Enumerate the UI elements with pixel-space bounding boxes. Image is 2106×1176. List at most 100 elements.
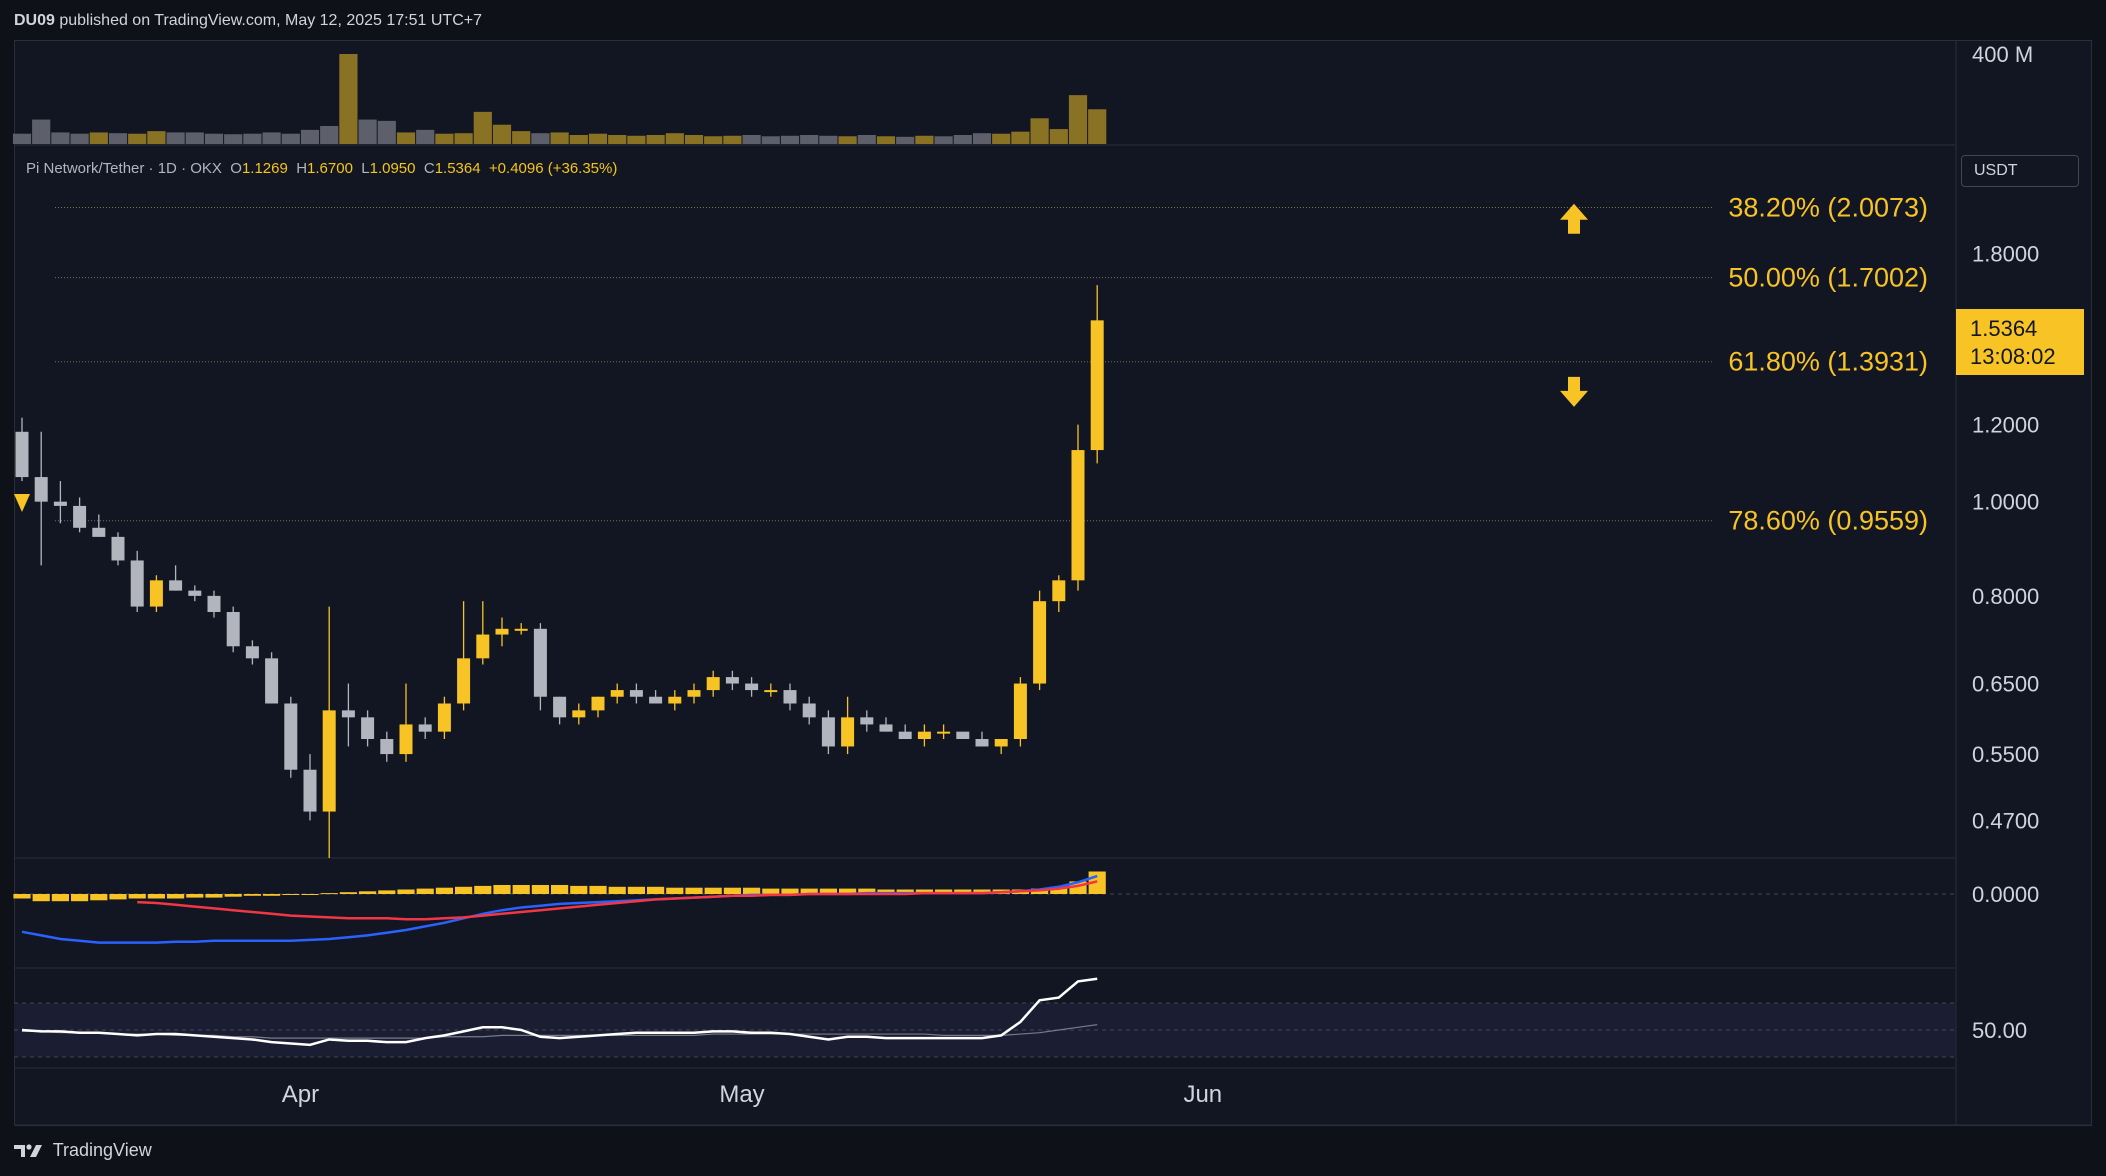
volume-tick-label: 400 M: [1972, 42, 2033, 67]
symbol-legend[interactable]: Pi Network/Tether · 1D · OKX O1.1269 H1.…: [26, 160, 617, 177]
macd-histogram-bar: [723, 887, 741, 894]
candle-body: [725, 677, 739, 684]
countdown-timer: 13:08:02: [1970, 344, 2056, 369]
price-tick-label: 1.2000: [1972, 413, 2039, 438]
macd-histogram-bar: [397, 889, 415, 894]
volume-bar: [665, 133, 684, 144]
macd-histogram-bar: [282, 894, 300, 895]
volume-bar: [953, 135, 972, 144]
macd-histogram-bar: [359, 891, 377, 894]
arrow-marker-icon: [14, 494, 30, 512]
low-label: L: [361, 160, 370, 177]
macd-histogram-bar: [647, 886, 665, 894]
volume-bar: [838, 136, 857, 144]
volume-bar: [416, 129, 435, 144]
footer-brand[interactable]: TradingView: [14, 1140, 152, 1170]
macd-histogram-bar: [685, 887, 703, 894]
candle-body: [898, 731, 912, 739]
macd-histogram-bar: [512, 885, 530, 894]
macd-histogram-bar: [263, 894, 281, 896]
volume-bar: [761, 136, 780, 144]
candle-body: [226, 612, 240, 647]
candle-body: [149, 580, 163, 607]
candle-body: [1033, 601, 1047, 684]
symbol-name: Pi Network/Tether: [26, 160, 145, 177]
candle-body: [1071, 450, 1085, 581]
volume-bar: [704, 136, 723, 144]
candle-body: [841, 717, 855, 747]
symbol-interval: 1D: [157, 160, 177, 177]
volume-bar: [550, 132, 569, 144]
volume-bar: [435, 133, 454, 144]
volume-bar: [128, 133, 147, 144]
candle-body: [418, 724, 432, 732]
macd-histogram-bar: [704, 887, 722, 894]
volume-bar: [339, 54, 358, 144]
price-tick-label: 1.8000: [1972, 241, 2039, 266]
candle-body: [668, 696, 682, 704]
candle-body: [533, 628, 547, 697]
brand-name: TradingView: [52, 1140, 152, 1160]
volume-bar: [473, 111, 492, 144]
close-label: C: [423, 160, 435, 177]
volume-bar: [531, 133, 550, 144]
arrow-down-icon: [1560, 376, 1588, 407]
macd-histogram-bar: [243, 894, 261, 896]
macd-histogram-bar: [455, 886, 473, 894]
candle-body: [802, 703, 816, 718]
macd-histogram-bar: [167, 894, 185, 899]
candle-body: [937, 731, 951, 734]
macd-histogram-bar: [13, 894, 31, 899]
macd-histogram-bar: [128, 894, 146, 899]
last-price-tag: 1.5364 13:08:02: [1956, 309, 2084, 375]
candle-body: [572, 710, 586, 718]
candle-body: [1052, 580, 1066, 602]
volume-bar: [723, 135, 742, 144]
macd-histogram-bar: [301, 894, 319, 895]
candle-body: [879, 724, 893, 732]
volume-bar: [166, 132, 185, 144]
price-tick-label: 0.4700: [1972, 808, 2039, 833]
currency-selector[interactable]: USDT: [1961, 155, 2079, 187]
macd-histogram-bar: [589, 885, 607, 894]
candle-body: [917, 731, 931, 739]
volume-bar: [512, 131, 531, 144]
volume-bar: [320, 126, 339, 144]
volume-bar: [876, 136, 896, 144]
candle-body: [303, 769, 317, 812]
rsi-tick-label: 50.00: [1972, 1018, 2027, 1043]
candle-body: [188, 590, 202, 596]
volume-bar: [262, 132, 281, 144]
open-label: O: [230, 160, 242, 177]
volume-bar: [857, 135, 876, 144]
macd-histogram-bar: [378, 890, 396, 894]
volume-bar: [934, 136, 953, 144]
close-value: 1.5364: [434, 160, 481, 177]
macd-histogram-bar: [474, 885, 492, 894]
macd-histogram-bar: [186, 894, 204, 898]
price-tick-label: 1.0000: [1972, 490, 2039, 515]
open-value: 1.1269: [241, 160, 288, 177]
volume-bar: [1068, 95, 1088, 144]
candle-body: [1090, 320, 1104, 451]
macd-tick-label: 0.0000: [1972, 882, 2039, 907]
price-tick-label: 0.5500: [1972, 742, 2039, 767]
price-tick-label: 0.8000: [1972, 584, 2039, 609]
candle-body: [956, 731, 970, 739]
candle-body: [783, 690, 797, 704]
fib-level-label: 78.60% (0.9559): [1728, 506, 1928, 536]
candle-body: [265, 658, 279, 704]
macd-histogram-bar: [224, 894, 242, 897]
volume-bar: [800, 135, 819, 144]
volume-bar: [896, 136, 915, 144]
macd-histogram-bar: [627, 886, 645, 894]
candle-body: [591, 696, 605, 711]
last-price-value: 1.5364: [1970, 316, 2038, 341]
volume-bar: [1011, 131, 1030, 144]
volume-bar: [12, 133, 32, 144]
candle-body: [649, 696, 663, 704]
candle-body: [514, 628, 528, 631]
volume-bar: [569, 135, 588, 144]
macd-histogram-bar: [531, 885, 549, 894]
fib-level-label: 38.20% (2.0073): [1728, 192, 1928, 222]
